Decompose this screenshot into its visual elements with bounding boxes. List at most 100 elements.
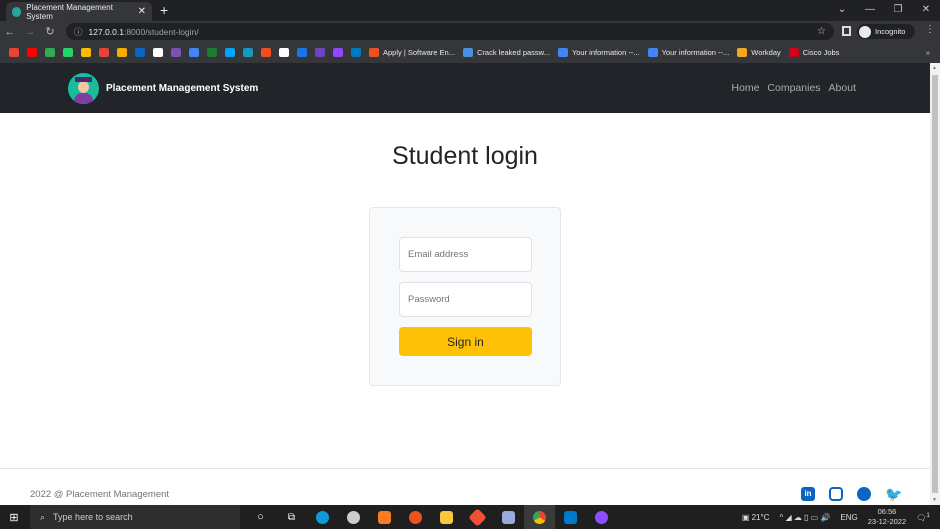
app-icon[interactable]	[338, 505, 369, 529]
scrollbar[interactable]: ▲ ▼	[930, 63, 940, 505]
edge-icon[interactable]	[307, 505, 338, 529]
browser-tab-bar: Placement Management System ✕ + ⌄ — ❐ ✕	[0, 0, 940, 21]
password-input[interactable]	[399, 282, 532, 317]
menu-icon[interactable]: ⋮	[925, 24, 935, 35]
browser-tab[interactable]: Placement Management System ✕	[6, 2, 152, 21]
bookmark-item[interactable]: Your information --...	[557, 48, 640, 57]
file-explorer-icon[interactable]	[431, 505, 462, 529]
bookmark-label: Apply | Software En...	[383, 48, 455, 57]
xampp-icon[interactable]	[369, 505, 400, 529]
forward-icon[interactable]: →	[20, 26, 40, 38]
notification-icon[interactable]: 🗨1	[916, 512, 930, 523]
bookmark-favicon-icon	[788, 48, 799, 57]
copyright: 2022 @ Placement Management	[30, 489, 170, 500]
weather-widget[interactable]: ▣ 21°C	[742, 513, 770, 522]
bookmarks-bar: Apply | Software En... Crack leaked passw…	[0, 42, 940, 63]
bookmark-icon[interactable]	[261, 48, 271, 57]
bookmark-icon[interactable]	[135, 48, 145, 57]
brand-name[interactable]: Placement Management System	[106, 83, 258, 94]
notification-count: 1	[926, 511, 930, 519]
bookmark-favicon-icon	[737, 48, 748, 57]
navbar: Placement Management System Home Compani…	[0, 63, 930, 113]
bookmark-item[interactable]: Crack leaked passw...	[462, 48, 550, 57]
side-panel-icon[interactable]	[842, 26, 851, 36]
close-tab-icon[interactable]: ✕	[138, 6, 146, 17]
bookmark-icon[interactable]	[351, 48, 361, 57]
incognito-icon	[859, 25, 871, 38]
email-input[interactable]	[399, 237, 532, 272]
address-bar-row: ← → ↻ ⓘ 127.0.0.1:8000/student-login/ ☆ …	[0, 21, 940, 42]
instagram-icon[interactable]	[829, 487, 843, 501]
bookmark-icon[interactable]	[171, 48, 181, 57]
bookmark-icon[interactable]	[45, 48, 55, 57]
bookmark-icon[interactable]	[333, 48, 343, 57]
nav-companies[interactable]: Companies	[767, 82, 820, 94]
chrome-icon[interactable]	[524, 505, 555, 529]
url-path: :8000/student-login/	[123, 26, 199, 37]
url-input[interactable]: ⓘ 127.0.0.1:8000/student-login/ ☆	[66, 23, 834, 40]
new-tab-button[interactable]: +	[160, 2, 168, 18]
bookmark-icon[interactable]	[189, 48, 199, 57]
login-card: Sign in	[369, 207, 561, 386]
bookmark-label: Crack leaked passw...	[476, 48, 550, 57]
ubuntu-icon[interactable]	[400, 505, 431, 529]
time: 06:56	[877, 507, 897, 516]
bookmark-item[interactable]: Apply | Software En...	[369, 48, 455, 57]
more-bookmarks-icon[interactable]: »	[926, 48, 930, 57]
bookmark-favicon-icon	[369, 48, 379, 57]
favicon-icon	[12, 6, 22, 17]
bookmark-icon[interactable]	[63, 48, 73, 57]
tab-search-icon[interactable]: ⌄	[828, 0, 856, 20]
vscode-icon[interactable]	[555, 505, 586, 529]
page-title: Student login	[392, 142, 538, 170]
bookmark-label: Workday	[751, 48, 781, 57]
bookmark-icon[interactable]	[225, 48, 235, 57]
nav-about[interactable]: About	[829, 82, 856, 94]
language[interactable]: ENG	[840, 513, 857, 522]
bookmark-icon[interactable]	[315, 48, 325, 57]
search-placeholder: Type here to search	[53, 512, 133, 522]
bookmark-item[interactable]: Your information --...	[647, 48, 729, 57]
maximize-button[interactable]: ❐	[884, 0, 912, 20]
bookmark-favicon-icon	[462, 48, 473, 57]
notepad-icon[interactable]	[493, 505, 524, 529]
bookmark-icon[interactable]	[243, 48, 253, 57]
bookmark-icon[interactable]	[99, 48, 109, 57]
bookmark-label: Your information --...	[571, 48, 640, 57]
nav-home[interactable]: Home	[731, 82, 759, 94]
bookmark-icon[interactable]	[27, 48, 37, 57]
bookmark-favicon-icon	[647, 48, 658, 57]
bookmark-star-icon[interactable]: ☆	[817, 26, 826, 37]
footer-divider	[0, 468, 930, 469]
info-icon: ⓘ	[74, 26, 83, 37]
bookmark-icon[interactable]	[9, 48, 19, 57]
linkedin-icon[interactable]: in	[801, 487, 815, 501]
git-icon[interactable]	[462, 505, 493, 529]
bookmark-icon[interactable]	[279, 48, 289, 57]
bookmark-icon[interactable]	[117, 48, 127, 57]
github-desktop-icon[interactable]	[586, 505, 617, 529]
minimize-button[interactable]: —	[856, 0, 884, 20]
bookmark-item[interactable]: Cisco Jobs	[788, 48, 840, 57]
cortana-icon[interactable]: ○	[245, 505, 276, 529]
bookmark-icon[interactable]	[81, 48, 91, 57]
bookmark-icon[interactable]	[297, 48, 307, 57]
sign-in-button[interactable]: Sign in	[399, 327, 532, 356]
task-view-icon[interactable]: ⧉	[276, 505, 307, 529]
twitter-icon[interactable]: 🐦	[885, 487, 902, 501]
windows-start-icon[interactable]: ⊞	[0, 511, 28, 524]
bookmark-icon[interactable]	[153, 48, 163, 57]
tray-icons[interactable]: ^ ◢ ☁ ▯ ▭ 🔊	[779, 513, 830, 522]
profile-button[interactable]: Incognito	[857, 24, 915, 39]
close-window-button[interactable]: ✕	[912, 0, 940, 20]
bookmark-label: Cisco Jobs	[802, 48, 840, 57]
reload-icon[interactable]: ↻	[40, 25, 60, 38]
date: 23-12-2022	[867, 517, 907, 526]
bookmark-item[interactable]: Workday	[737, 48, 781, 57]
taskbar-search[interactable]: ⌕ Type here to search	[30, 505, 240, 529]
clock[interactable]: 06:56 23-12-2022	[868, 507, 906, 527]
bookmark-icon[interactable]	[207, 48, 217, 57]
github-icon[interactable]	[857, 487, 871, 501]
back-icon[interactable]: ←	[0, 26, 20, 38]
logo-avatar[interactable]	[68, 73, 99, 104]
